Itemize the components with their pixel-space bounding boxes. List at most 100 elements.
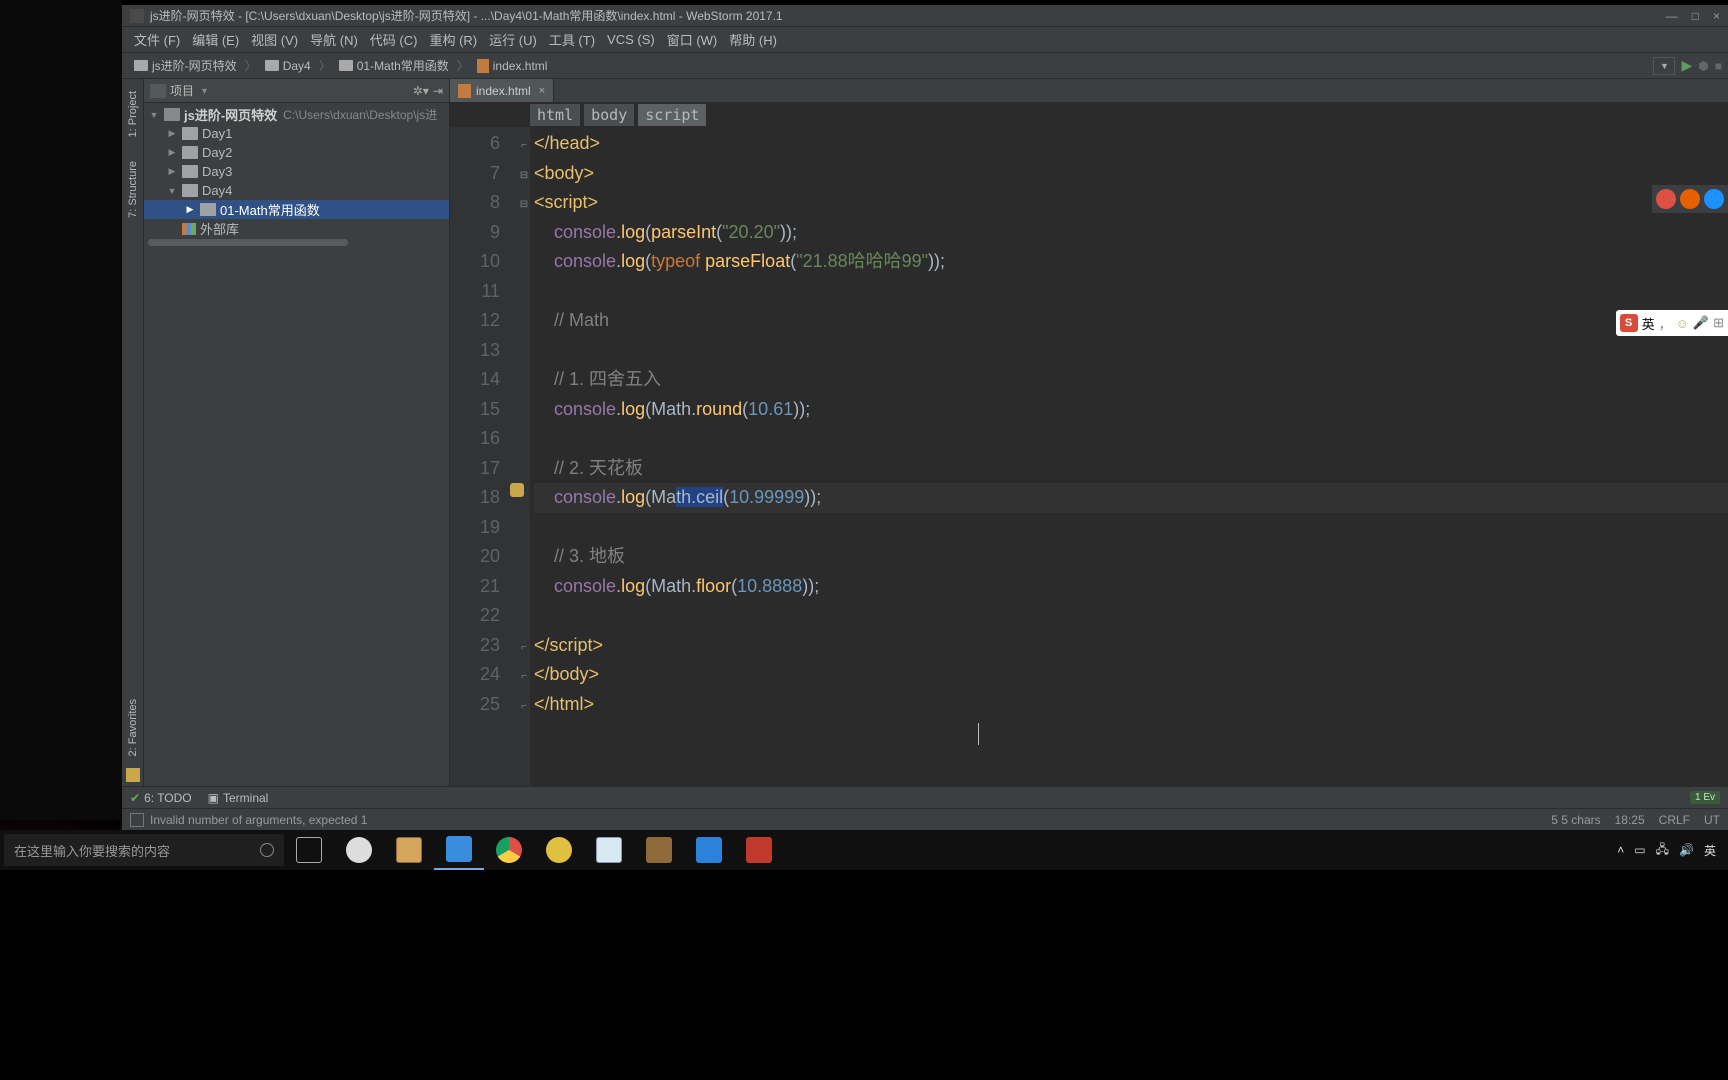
taskbar-app-folder[interactable]	[384, 830, 434, 870]
line-number: 11	[450, 277, 500, 307]
taskbar-app-7[interactable]	[634, 830, 684, 870]
status-line-separator[interactable]: CRLF	[1659, 813, 1690, 827]
debug-icon[interactable]: ⬢	[1698, 59, 1708, 73]
menu-code[interactable]: 代码 (C)	[364, 27, 424, 52]
taskbar-app-explorer[interactable]	[684, 830, 734, 870]
status-icon[interactable]	[130, 813, 144, 827]
line-number: 14	[450, 365, 500, 395]
menu-edit[interactable]: 编辑 (E)	[186, 27, 245, 52]
tool-tab-project[interactable]: 1: Project	[125, 83, 141, 145]
taskbar-app-webstorm[interactable]	[434, 830, 484, 870]
tool-todo[interactable]: ✔6: TODO	[130, 791, 192, 805]
event-log-badge[interactable]: 1 Ev	[1690, 791, 1720, 804]
tree-external-libs[interactable]: 外部库	[144, 219, 449, 238]
line-number: 19	[450, 513, 500, 543]
line-number: 16	[450, 424, 500, 454]
tray-chevron-icon[interactable]: ˄	[1617, 843, 1624, 857]
nav-crumb-root[interactable]: js进阶-网页特效	[128, 55, 243, 76]
line-number: 23	[450, 631, 500, 661]
taskbar-app-chrome[interactable]	[484, 830, 534, 870]
titlebar[interactable]: js进阶-网页特效 - [C:\Users\dxuan\Desktop\js进阶…	[122, 5, 1728, 27]
taskbar-app-5[interactable]	[534, 830, 584, 870]
tray-ime[interactable]: 英	[1704, 842, 1716, 859]
scrollbar-thumb[interactable]	[148, 239, 348, 246]
menu-navigate[interactable]: 导航 (N)	[304, 27, 364, 52]
nav-crumb-day4[interactable]: Day4	[259, 57, 317, 75]
taskbar-app-notepad[interactable]	[584, 830, 634, 870]
tree-day1[interactable]: Day1	[144, 124, 449, 143]
line-number: 24	[450, 660, 500, 690]
intention-bulb-icon[interactable]	[510, 483, 524, 497]
menu-view[interactable]: 视图 (V)	[245, 27, 304, 52]
menu-vcs[interactable]: VCS (S)	[601, 29, 661, 50]
tree-day2[interactable]: Day2	[144, 143, 449, 162]
menu-run[interactable]: 运行 (U)	[483, 27, 543, 52]
code-content[interactable]: </head> <body> <script> console.log(pars…	[530, 127, 1728, 786]
line-gutter[interactable]: 6 7 8 9 10 11 12 13 14 15 16 17 18 19 20…	[450, 127, 518, 786]
tool-terminal[interactable]: ▣Terminal	[208, 791, 269, 805]
project-view-icon[interactable]	[150, 84, 166, 98]
sogou-icon[interactable]: S	[1620, 314, 1638, 332]
ime-toolbar[interactable]: S 英 ， ☺ 🎤 ⊞	[1616, 310, 1728, 336]
nav-crumb-file[interactable]: index.html	[471, 57, 554, 75]
ime-lang[interactable]: 英	[1642, 314, 1655, 333]
project-tool-window: 项目 ▼ ✲▾ ⇥ js进阶-网页特效C:\Users\dxuan\Deskto…	[144, 79, 450, 786]
run-icon[interactable]: ▶	[1681, 57, 1692, 74]
ime-mic-icon[interactable]: 🎤	[1693, 315, 1709, 331]
safari-icon[interactable]	[1704, 189, 1724, 209]
close-button[interactable]: ×	[1713, 9, 1720, 23]
ime-emoji-icon[interactable]: ☺	[1676, 316, 1689, 331]
menu-window[interactable]: 窗口 (W)	[661, 27, 724, 52]
editor-tab-index[interactable]: index.html ×	[450, 79, 554, 102]
project-tree[interactable]: js进阶-网页特效C:\Users\dxuan\Desktop\js进 Day1…	[144, 103, 449, 786]
menu-help[interactable]: 帮助 (H)	[723, 27, 783, 52]
collapse-icon[interactable]: ⇥	[433, 84, 443, 98]
star-icon[interactable]	[126, 768, 140, 782]
maximize-button[interactable]: □	[1692, 9, 1699, 23]
tree-label: Day1	[202, 126, 232, 141]
crumb-script[interactable]: script	[638, 104, 706, 126]
status-encoding[interactable]: UT	[1704, 813, 1720, 827]
line-number: 9	[450, 218, 500, 248]
ide-window: js进阶-网页特效 - [C:\Users\dxuan\Desktop\js进阶…	[122, 5, 1728, 830]
nav-crumb-math[interactable]: 01-Math常用函数	[333, 55, 455, 76]
taskbar-app-1[interactable]	[334, 830, 384, 870]
taskbar-search[interactable]: 在这里输入你要搜索的内容	[4, 834, 284, 866]
minimize-button[interactable]: —	[1666, 9, 1678, 23]
tool-tab-favorites[interactable]: 2: Favorites	[125, 691, 141, 764]
task-view-button[interactable]	[284, 830, 334, 870]
cortana-mic-icon[interactable]	[260, 843, 274, 857]
nav-crumb-label: js进阶-网页特效	[152, 57, 237, 74]
menu-tools[interactable]: 工具 (T)	[543, 27, 601, 52]
crumb-html[interactable]: html	[530, 104, 580, 126]
tray-network-icon[interactable]: 🖧	[1656, 840, 1669, 861]
settings-icon[interactable]: ✲▾	[413, 84, 429, 98]
horizontal-scrollbar[interactable]	[144, 238, 449, 248]
menu-refactor[interactable]: 重构 (R)	[423, 27, 483, 52]
tool-tab-structure[interactable]: 7: Structure	[125, 153, 141, 226]
crumb-body[interactable]: body	[584, 104, 634, 126]
close-tab-icon[interactable]: ×	[539, 85, 545, 97]
tree-root[interactable]: js进阶-网页特效C:\Users\dxuan\Desktop\js进	[144, 105, 449, 124]
tray-volume-icon[interactable]: 🔊	[1679, 843, 1694, 857]
tree-day3[interactable]: Day3	[144, 162, 449, 181]
ime-comma[interactable]: ，	[1659, 314, 1672, 333]
text-selection: th.ceil	[676, 487, 723, 507]
dropdown-icon[interactable]: ▼	[200, 86, 209, 96]
menu-file[interactable]: 文件 (F)	[128, 27, 186, 52]
firefox-icon[interactable]	[1680, 189, 1700, 209]
tray-battery-icon[interactable]: ▭	[1634, 843, 1645, 857]
html-file-icon	[477, 59, 489, 73]
tree-day4[interactable]: Day4	[144, 181, 449, 200]
status-position[interactable]: 18:25	[1615, 813, 1645, 827]
chrome-icon[interactable]	[1656, 189, 1676, 209]
tree-math-folder[interactable]: 01-Math常用函数	[144, 200, 449, 219]
fold-column[interactable]: ⌐⊟⊟ ⌐⌐⌐	[518, 127, 530, 786]
code-editor[interactable]: 6 7 8 9 10 11 12 13 14 15 16 17 18 19 20…	[450, 127, 1728, 786]
bottom-tool-stripe: ✔6: TODO ▣Terminal 1 Ev	[122, 786, 1728, 808]
stop-icon[interactable]: ■	[1715, 59, 1722, 73]
taskbar-app-recorder[interactable]	[734, 830, 784, 870]
run-config-dropdown[interactable]: ▼	[1653, 57, 1675, 75]
ime-more-icon[interactable]: ⊞	[1713, 315, 1724, 331]
status-chars: 5 5 chars	[1551, 813, 1600, 827]
